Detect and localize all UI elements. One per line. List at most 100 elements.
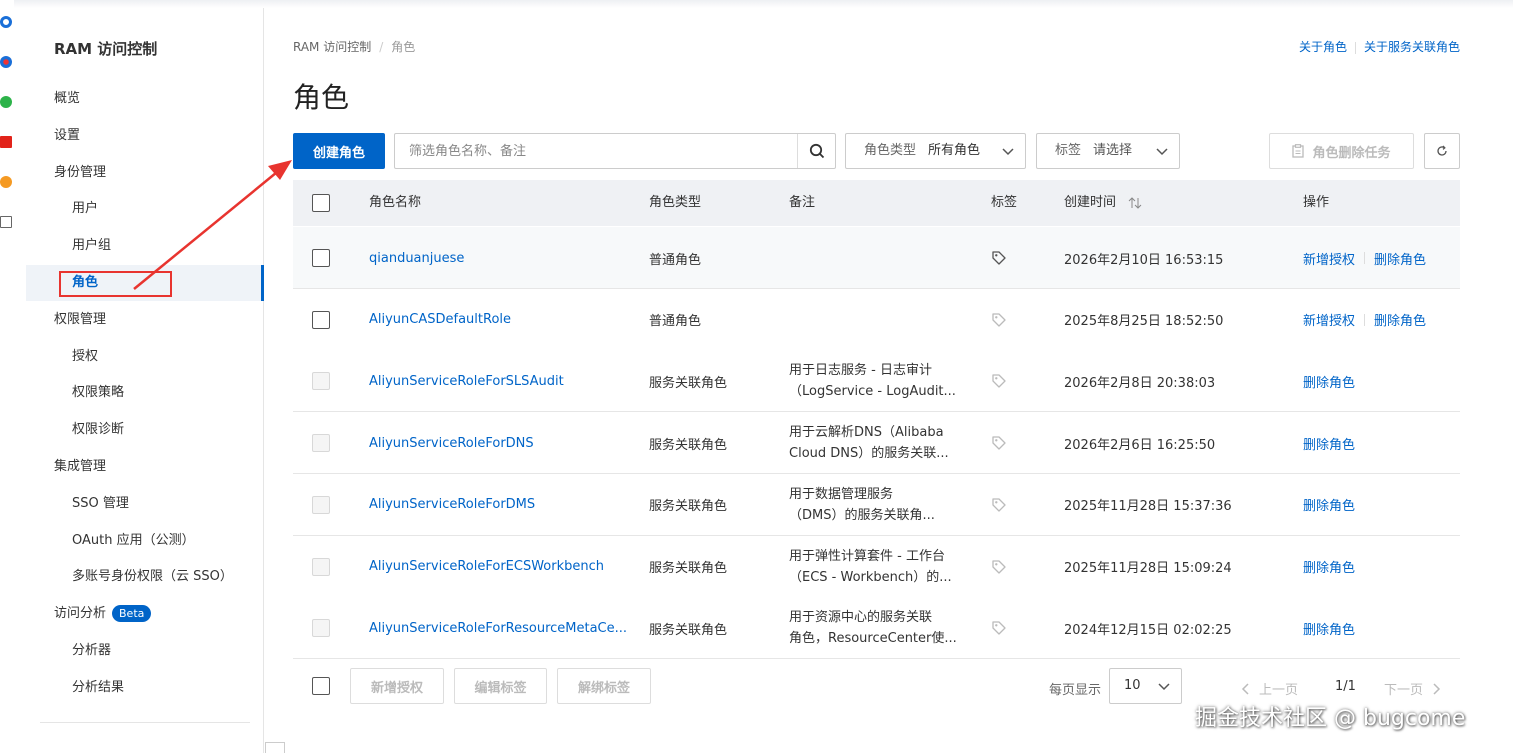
role-delete-task-button[interactable]: 角色删除任务 <box>1269 133 1414 169</box>
table-row: AliyunCASDefaultRole 普通角色 2025年8月25日 18:52… <box>293 288 1460 351</box>
role-type: 普通角色 <box>649 252 702 268</box>
sidebar-item-4[interactable]: 用户组 <box>26 228 264 264</box>
page-indicator: 1/1 <box>1335 679 1356 694</box>
role-note-line1: 用于资源中心的服务关联 <box>789 610 933 626</box>
sidebar-item-6[interactable]: 权限管理 <box>26 302 264 338</box>
role-name-link[interactable]: AliyunServiceRoleForECSWorkbench <box>369 536 604 598</box>
chevron-down-icon <box>1156 148 1168 156</box>
row-op-primary[interactable]: 新增授权 <box>1303 310 1355 329</box>
search-input[interactable] <box>395 134 798 168</box>
tag-icon[interactable] <box>991 559 1007 575</box>
row-checkbox[interactable] <box>312 249 330 267</box>
row-op-delete[interactable]: 删除角色 <box>1374 310 1426 329</box>
bulk-add-auth-button[interactable]: 新增授权 <box>350 668 444 704</box>
role-note-line2: （ECS - Workbench）的... <box>789 569 952 585</box>
sidebar-item-13[interactable]: 多账号身份权限（云 SSO） <box>26 559 264 595</box>
prev-page-button[interactable]: 上一页 <box>1241 679 1298 698</box>
created-time: 2025年11月28日 15:09:24 <box>1064 561 1232 576</box>
row-checkbox <box>312 434 330 453</box>
sidebar-item-2[interactable]: 身份管理 <box>26 155 264 191</box>
refresh-icon <box>1437 145 1447 156</box>
row-checkbox[interactable] <box>312 310 330 329</box>
sidebar-item-14[interactable]: 访问分析 Beta <box>26 596 264 632</box>
header-tag: 标签 <box>991 195 1018 210</box>
row-ops: 新增授权 删除角色 <box>1303 227 1426 289</box>
about-service-role-link[interactable]: 关于服务关联角色 <box>1364 40 1460 54</box>
row-op-primary[interactable]: 新增授权 <box>1303 249 1355 268</box>
role-note-line2: （LogService - LogAudit... <box>789 384 956 400</box>
search-icon[interactable] <box>797 134 835 168</box>
row-op-primary[interactable]: 删除角色 <box>1303 372 1355 391</box>
bulk-edit-tag-button[interactable]: 编辑标签 <box>454 668 547 704</box>
row-op-primary[interactable]: 删除角色 <box>1303 619 1355 638</box>
plant-icon[interactable] <box>0 96 12 108</box>
tag-icon[interactable] <box>991 250 1007 266</box>
breadcrumb-current: 角色 <box>391 40 416 54</box>
sidebar-item-3[interactable]: 用户 <box>26 191 264 227</box>
role-delete-task-label: 角色删除任务 <box>1312 145 1391 161</box>
sidebar-item-10[interactable]: 集成管理 <box>26 449 264 485</box>
role-note <box>789 227 964 289</box>
create-role-button[interactable]: 创建角色 <box>293 133 385 169</box>
tag-icon[interactable] <box>991 312 1007 328</box>
beta-badge: Beta <box>112 605 152 623</box>
role-name-link[interactable]: qianduanjuese <box>369 227 464 289</box>
sidebar-item-12[interactable]: OAuth 应用（公测） <box>26 523 264 559</box>
role-name-link[interactable]: AliyunCASDefaultRole <box>369 289 511 351</box>
about-role-link[interactable]: 关于角色 <box>1299 40 1347 54</box>
chevron-right-icon <box>1433 683 1441 695</box>
row-checkbox <box>312 557 330 576</box>
refresh-button[interactable] <box>1424 133 1460 169</box>
tag-icon[interactable] <box>991 620 1007 636</box>
row-checkbox <box>312 372 330 391</box>
role-name-link[interactable]: AliyunServiceRoleForDNS <box>369 412 534 474</box>
tag-icon[interactable] <box>991 373 1007 389</box>
sidebar-item-15[interactable]: 分析器 <box>26 633 264 669</box>
row-op-primary[interactable]: 删除角色 <box>1303 434 1355 453</box>
created-time: 2025年8月25日 18:52:50 <box>1064 314 1224 330</box>
role-name-link[interactable]: AliyunServiceRoleForResourceMetaCe... <box>369 597 627 659</box>
sidebar-item-11[interactable]: SSO 管理 <box>26 486 264 522</box>
red-app-icon[interactable] <box>0 136 12 148</box>
role-type: 服务关联角色 <box>649 437 728 453</box>
sidebar-item-7[interactable]: 授权 <box>26 339 264 375</box>
tag-icon[interactable] <box>991 497 1007 513</box>
sidebar-item-label: 用户 <box>72 201 99 217</box>
next-page-button[interactable]: 下一页 <box>1384 679 1441 698</box>
role-type-label: 角色类型 <box>864 143 917 158</box>
role-note <box>789 289 964 351</box>
role-name-link[interactable]: AliyunServiceRoleForSLSAudit <box>369 350 564 412</box>
sidebar-item-16[interactable]: 分析结果 <box>26 670 264 706</box>
tag-icon[interactable] <box>991 435 1007 451</box>
chevron-down-icon <box>1002 148 1014 156</box>
q-icon[interactable] <box>0 16 12 28</box>
plus-square-icon[interactable] <box>0 216 12 228</box>
header-type: 角色类型 <box>649 195 702 210</box>
table-header: 角色名称 角色类型 备注 标签 创建时间 操作 <box>293 180 1460 226</box>
browser-icon[interactable] <box>0 56 12 68</box>
sidebar-item-1[interactable]: 设置 <box>26 118 264 154</box>
created-time: 2025年11月28日 15:37:36 <box>1064 499 1232 515</box>
row-ops: 新增授权 删除角色 <box>1303 289 1426 351</box>
role-type: 服务关联角色 <box>649 499 728 515</box>
header-created[interactable]: 创建时间 <box>1064 180 1142 226</box>
sidebar-item-9[interactable]: 权限诊断 <box>26 412 264 448</box>
row-op-primary[interactable]: 删除角色 <box>1303 495 1355 514</box>
select-all-checkbox[interactable] <box>312 194 330 212</box>
role-name-link[interactable]: AliyunServiceRoleForDMS <box>369 474 535 536</box>
sidebar-item-0[interactable]: 概览 <box>26 81 264 117</box>
bulk-remove-tag-button[interactable]: 解绑标签 <box>557 668 651 704</box>
link-divider <box>1354 41 1356 54</box>
breadcrumb-root[interactable]: RAM 访问控制 <box>293 40 371 54</box>
per-page-select[interactable]: 10 <box>1109 668 1182 704</box>
orange-s-icon[interactable] <box>0 176 12 188</box>
row-op-primary[interactable]: 删除角色 <box>1303 557 1355 576</box>
sidebar-item-8[interactable]: 权限策略 <box>26 375 264 411</box>
tag-select[interactable]: 标签 请选择 <box>1036 133 1180 169</box>
row-ops: 删除角色 <box>1303 474 1355 536</box>
row-ops: 删除角色 <box>1303 350 1355 412</box>
footer-select-all-checkbox[interactable] <box>312 677 330 695</box>
role-type-select[interactable]: 角色类型 所有角色 <box>845 133 1026 169</box>
row-op-delete[interactable]: 删除角色 <box>1374 249 1426 268</box>
sidebar-item-label: 设置 <box>54 127 81 143</box>
